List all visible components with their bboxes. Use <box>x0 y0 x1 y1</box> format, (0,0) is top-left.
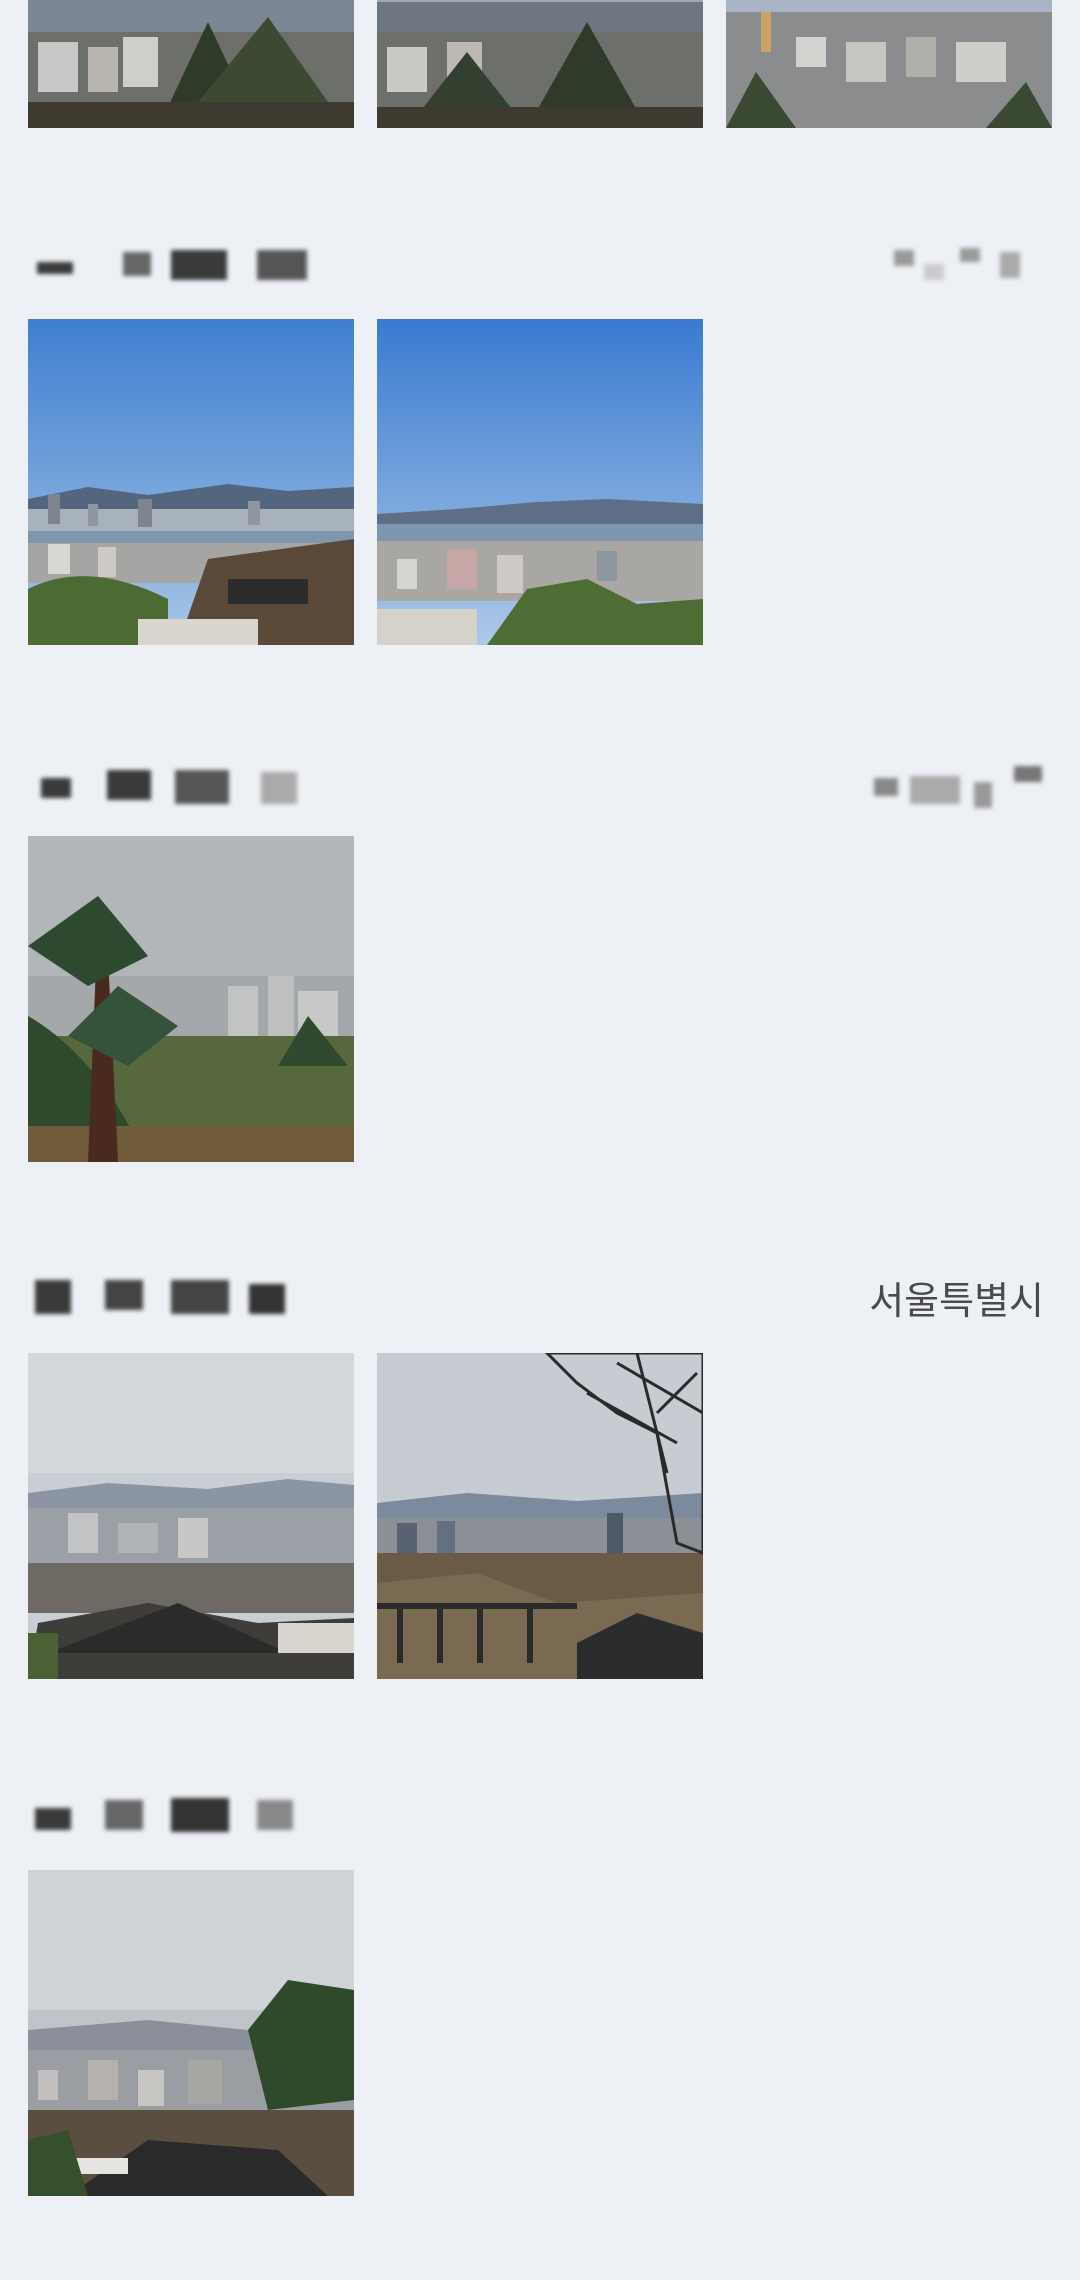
location-redaction <box>874 764 1044 808</box>
photo-thumbnail[interactable] <box>726 0 1052 128</box>
date-redaction <box>35 246 315 286</box>
photo-thumbnail[interactable] <box>377 0 703 128</box>
date-redaction <box>35 766 315 806</box>
date-redaction <box>35 1794 315 1834</box>
location-redaction <box>874 244 1044 284</box>
date-header-2 <box>0 752 1080 816</box>
photo-thumbnail[interactable] <box>28 0 354 128</box>
photo-thumbnail[interactable] <box>28 1353 354 1679</box>
photo-thumbnail[interactable] <box>377 1353 703 1679</box>
photo-thumbnail[interactable] <box>28 319 354 645</box>
photo-thumbnail[interactable] <box>377 319 703 645</box>
location-label: 서울특별시 <box>869 1279 1044 1323</box>
photo-thumbnail[interactable] <box>28 1870 354 2196</box>
date-header-3: 서울특별시 <box>0 1262 1080 1326</box>
date-redaction <box>35 1276 315 1316</box>
date-header-4 <box>0 1780 1080 1844</box>
date-header-1 <box>0 232 1080 296</box>
photo-thumbnail[interactable] <box>28 836 354 1162</box>
